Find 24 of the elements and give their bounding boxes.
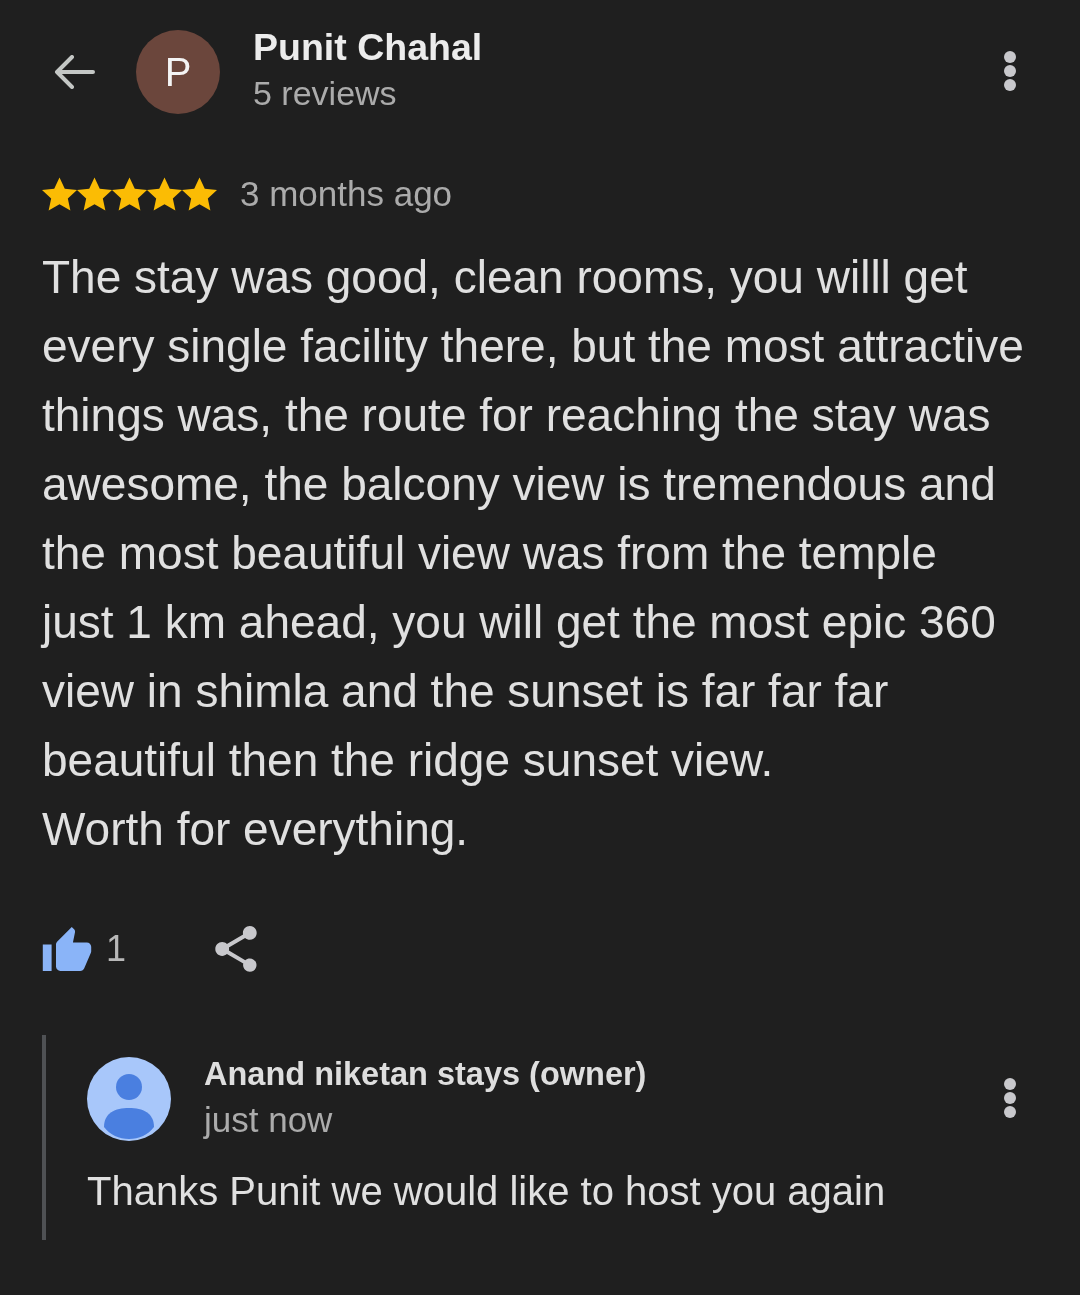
reply-text: Thanks Punit we would like to host you again: [87, 1168, 887, 1215]
like-button[interactable]: 1: [42, 927, 127, 971]
author-name[interactable]: Punit Chahal: [253, 25, 483, 69]
more-options-button[interactable]: [1003, 1076, 1017, 1119]
avatar-icon: [87, 1056, 171, 1141]
author-avatar[interactable]: P: [136, 30, 220, 114]
reply-time: just now: [204, 1099, 333, 1141]
review-count: 5 reviews: [253, 73, 397, 113]
more-options-button[interactable]: [1003, 50, 1017, 92]
star-icon: [77, 177, 112, 211]
review-text: The stay was good, clean rooms, you willl get every single facility there, but the most attractive things was, the route for reaching the stay was awesome, the balcony view is tremendous and the most beautiful view was from the temple just 1 km ahead, you will get the most epic 360 view in shimla and the sunset is far far far beautiful then the ridge sunset view.: [42, 250, 1025, 788]
back-arrow-icon: [53, 55, 95, 89]
more-options-icon: [1003, 50, 1017, 92]
share-button[interactable]: [215, 926, 258, 972]
more-options-icon: [1003, 1076, 1017, 1119]
star-icon: [112, 177, 147, 211]
share-icon: [215, 926, 258, 972]
review-time: 3 months ago: [240, 174, 453, 214]
review-text: Worth for everything.: [42, 802, 470, 857]
star-icon: [42, 177, 77, 211]
back-button[interactable]: [53, 55, 95, 89]
star-icon: [182, 177, 217, 211]
star-icon: [147, 177, 182, 211]
owner-name: Anand niketan stays (owner): [204, 1055, 647, 1094]
